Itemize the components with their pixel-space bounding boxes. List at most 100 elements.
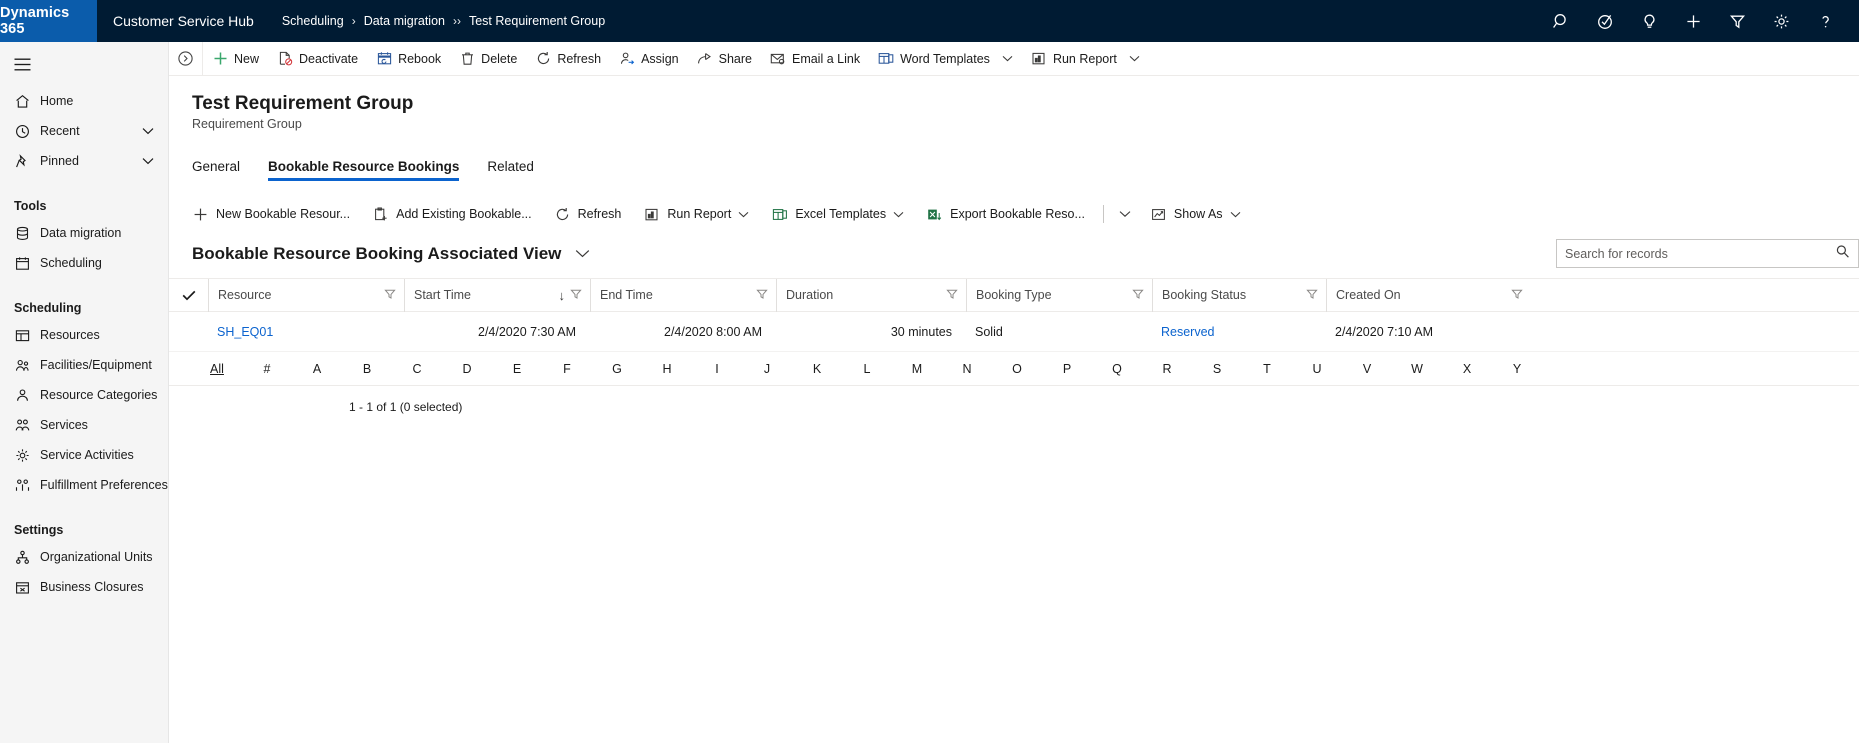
sidebar-item-home[interactable]: Home — [0, 86, 168, 116]
assistant-icon[interactable] — [1585, 0, 1625, 42]
column-filter-icon[interactable] — [756, 288, 768, 303]
sidebar-item-scheduling[interactable]: Scheduling — [0, 248, 168, 278]
sidebar-item-organizational-units[interactable]: Organizational Units — [0, 542, 168, 572]
booking-status-link[interactable]: Reserved — [1161, 325, 1215, 339]
alpha-index-p[interactable]: P — [1042, 362, 1092, 376]
alpha-index-g[interactable]: G — [592, 362, 642, 376]
sidebar-item-fulfillment-preferences[interactable]: Fulfillment Preferences — [0, 470, 168, 500]
alpha-index-k[interactable]: K — [792, 362, 842, 376]
alpha-index-u[interactable]: U — [1292, 362, 1342, 376]
email-a-link-button[interactable]: Email a Link — [761, 42, 869, 76]
alpha-index-l[interactable]: L — [842, 362, 892, 376]
delete-button[interactable]: Delete — [450, 42, 526, 76]
sidebar-item-pinned[interactable]: Pinned — [0, 146, 168, 176]
column-filter-icon[interactable] — [384, 288, 396, 303]
chevron-down-icon[interactable] — [1129, 55, 1140, 62]
chevron-down-icon[interactable] — [142, 154, 154, 168]
subgrid-run-report-button[interactable]: Run Report — [632, 198, 760, 230]
alpha-index-s[interactable]: S — [1192, 362, 1242, 376]
breadcrumb-item-data-migration[interactable]: Data migration — [364, 14, 445, 28]
alpha-index-hash[interactable]: # — [242, 362, 292, 376]
alpha-index-a[interactable]: A — [292, 362, 342, 376]
alpha-index-w[interactable]: W — [1392, 362, 1442, 376]
sidebar-item-facilities-equipment[interactable]: Facilities/Equipment — [0, 350, 168, 380]
alpha-index-r[interactable]: R — [1142, 362, 1192, 376]
sidebar-item-business-closures[interactable]: Business Closures — [0, 572, 168, 602]
filter-icon[interactable] — [1717, 0, 1757, 42]
column-filter-icon[interactable] — [1306, 288, 1318, 303]
column-header-duration[interactable]: Duration — [776, 278, 966, 312]
alpha-index-e[interactable]: E — [492, 362, 542, 376]
alpha-index-b[interactable]: B — [342, 362, 392, 376]
add-existing-bookable-button[interactable]: Add Existing Bookable... — [361, 198, 543, 230]
rebook-button[interactable]: Rebook — [367, 42, 450, 76]
share-button[interactable]: Share — [688, 42, 761, 76]
column-filter-icon[interactable] — [946, 288, 958, 303]
column-sort-ascending-icon[interactable]: ↓ — [559, 288, 566, 303]
dynamics-365-logo[interactable]: Dynamics 365 — [0, 0, 97, 42]
column-header-end-time[interactable]: End Time — [590, 278, 776, 312]
alpha-index-f[interactable]: F — [542, 362, 592, 376]
app-name[interactable]: Customer Service Hub — [97, 0, 254, 42]
column-filter-icon[interactable] — [1511, 288, 1523, 303]
chevron-down-icon[interactable] — [142, 124, 154, 138]
excel-templates-button[interactable]: Excel Templates — [760, 198, 915, 230]
alpha-index-t[interactable]: T — [1242, 362, 1292, 376]
search-records-box[interactable] — [1556, 239, 1859, 268]
column-header-created-on[interactable]: Created On — [1326, 278, 1531, 312]
alpha-index-j[interactable]: J — [742, 362, 792, 376]
expand-command-bar-icon[interactable] — [169, 41, 203, 76]
subgrid-refresh-button[interactable]: Refresh — [543, 198, 633, 230]
alpha-index-h[interactable]: H — [642, 362, 692, 376]
quick-create-icon[interactable] — [1673, 0, 1713, 42]
search-icon[interactable] — [1541, 0, 1581, 42]
hamburger-menu-icon[interactable] — [0, 42, 168, 86]
alpha-index-c[interactable]: C — [392, 362, 442, 376]
column-filter-icon[interactable] — [570, 288, 582, 303]
more-commands-button[interactable] — [1111, 198, 1139, 230]
chevron-down-icon[interactable] — [738, 207, 749, 221]
resource-link[interactable]: SH_EQ01 — [217, 325, 273, 339]
alpha-index-v[interactable]: V — [1342, 362, 1392, 376]
select-all-checkbox[interactable] — [169, 290, 208, 301]
chevron-down-icon[interactable] — [1002, 55, 1013, 62]
lightbulb-icon[interactable] — [1629, 0, 1669, 42]
chevron-down-icon[interactable] — [893, 207, 904, 221]
run-report-button[interactable]: Run Report — [1022, 42, 1149, 76]
column-filter-icon[interactable] — [1132, 288, 1144, 303]
alpha-index-y[interactable]: Y — [1492, 362, 1542, 376]
refresh-button[interactable]: Refresh — [526, 42, 610, 76]
assign-button[interactable]: Assign — [610, 42, 688, 76]
alpha-index-m[interactable]: M — [892, 362, 942, 376]
export-bookable-resources-button[interactable]: Export Bookable Reso... — [915, 198, 1096, 230]
alpha-index-q[interactable]: Q — [1092, 362, 1142, 376]
column-header-booking-status[interactable]: Booking Status — [1152, 278, 1326, 312]
search-icon[interactable] — [1835, 244, 1850, 264]
alpha-index-d[interactable]: D — [442, 362, 492, 376]
tab-bookable-resource-bookings[interactable]: Bookable Resource Bookings — [254, 159, 473, 181]
view-selector-label[interactable]: Bookable Resource Booking Associated Vie… — [192, 244, 561, 264]
sidebar-item-resources[interactable]: Resources — [0, 320, 168, 350]
settings-gear-icon[interactable] — [1761, 0, 1801, 42]
help-icon[interactable] — [1805, 0, 1845, 42]
chevron-down-icon[interactable] — [1230, 207, 1241, 221]
column-header-resource[interactable]: Resource — [208, 278, 404, 312]
column-header-booking-type[interactable]: Booking Type — [966, 278, 1152, 312]
alpha-index-x[interactable]: X — [1442, 362, 1492, 376]
word-templates-button[interactable]: Word Templates — [869, 42, 1022, 76]
table-row[interactable]: SH_EQ01 2/4/2020 7:30 AM 2/4/2020 8:00 A… — [169, 312, 1859, 352]
new-bookable-resource-booking-button[interactable]: New Bookable Resour... — [192, 198, 361, 230]
alpha-index-all[interactable]: All — [192, 362, 242, 376]
alpha-index-i[interactable]: I — [692, 362, 742, 376]
alpha-index-n[interactable]: N — [942, 362, 992, 376]
sidebar-item-resource-categories[interactable]: Resource Categories — [0, 380, 168, 410]
show-as-button[interactable]: Show As — [1139, 198, 1252, 230]
deactivate-button[interactable]: Deactivate — [268, 42, 367, 76]
column-header-start-time[interactable]: Start Time ↓ — [404, 278, 590, 312]
sidebar-item-service-activities[interactable]: Service Activities — [0, 440, 168, 470]
search-input[interactable] — [1565, 246, 1835, 261]
overflow-chevron-icon[interactable] — [1119, 207, 1131, 221]
sidebar-item-data-migration[interactable]: Data migration — [0, 218, 168, 248]
breadcrumb-item-scheduling[interactable]: Scheduling — [282, 14, 344, 28]
chevron-down-icon[interactable] — [575, 249, 590, 258]
